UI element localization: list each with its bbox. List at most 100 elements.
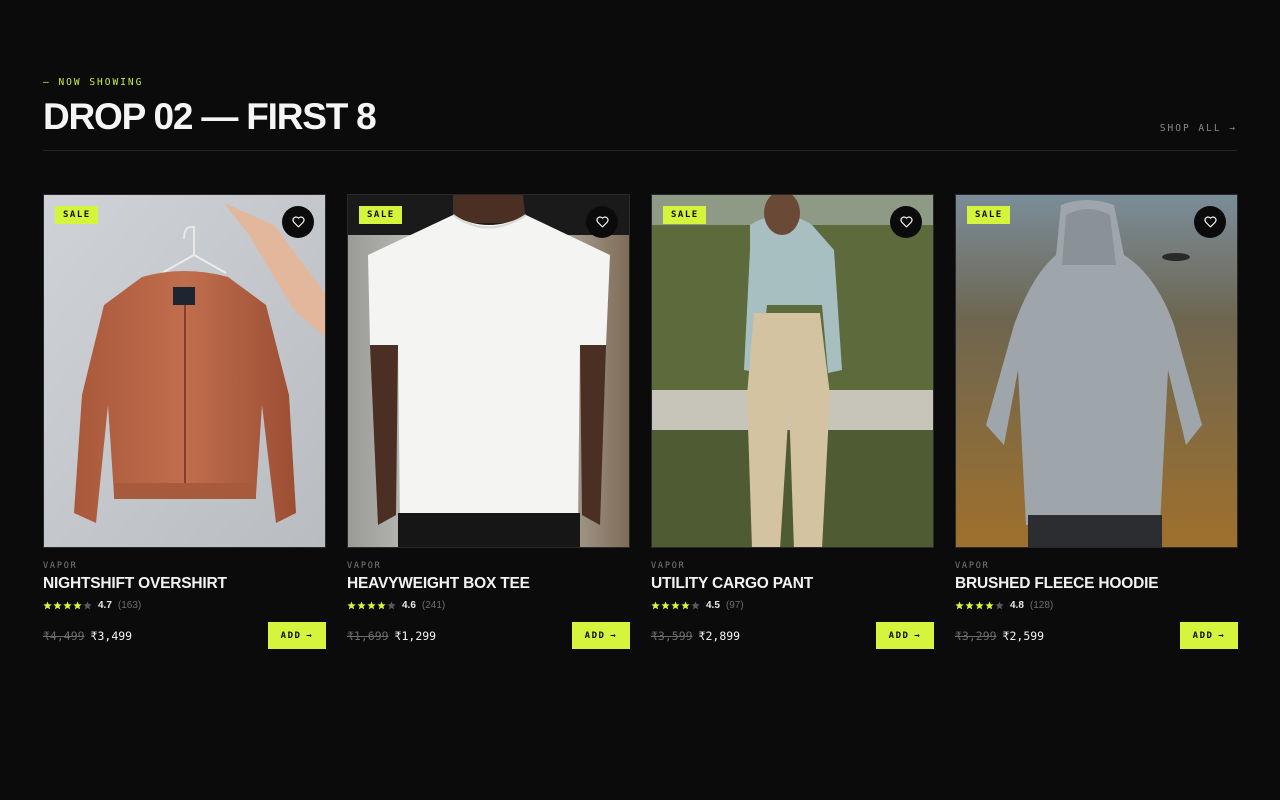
star-icon bbox=[651, 601, 660, 610]
star-empty-icon bbox=[995, 601, 1004, 610]
star-icon bbox=[43, 601, 52, 610]
star-icon bbox=[965, 601, 974, 610]
star-icon bbox=[73, 601, 82, 610]
star-icon bbox=[975, 601, 984, 610]
product-brand: VAPOR bbox=[955, 561, 990, 571]
sale-price: ₹1,299 bbox=[394, 628, 437, 643]
divider bbox=[43, 150, 1237, 151]
product-card[interactable]: SALE VAPOR BRUSHED FLEECE HOODIE 4.8 (12… bbox=[955, 194, 1238, 649]
heart-icon bbox=[899, 216, 913, 228]
original-price: ₹3,299 bbox=[955, 628, 997, 643]
price-group: ₹1,699 ₹1,299 bbox=[347, 629, 436, 643]
heart-icon bbox=[1203, 216, 1217, 228]
wishlist-button[interactable] bbox=[1194, 206, 1226, 238]
star-icon bbox=[985, 601, 994, 610]
price-group: ₹3,599 ₹2,899 bbox=[651, 629, 740, 643]
product-name[interactable]: NIGHTSHIFT OVERSHIRT bbox=[43, 575, 326, 593]
star-icon bbox=[661, 601, 670, 610]
rating-stars bbox=[43, 601, 92, 610]
star-icon bbox=[377, 601, 386, 610]
product-rating: 4.8 (128) bbox=[955, 600, 1238, 611]
arrow-right-icon: → bbox=[1218, 630, 1226, 641]
purchase-row: ₹3,299 ₹2,599 ADD → bbox=[955, 622, 1238, 649]
star-icon bbox=[367, 601, 376, 610]
star-icon bbox=[671, 601, 680, 610]
product-name[interactable]: HEAVYWEIGHT BOX TEE bbox=[347, 575, 630, 593]
review-count: (241) bbox=[421, 600, 446, 611]
original-price: ₹4,499 bbox=[43, 628, 85, 643]
heart-icon bbox=[291, 216, 305, 228]
wishlist-button[interactable] bbox=[890, 206, 922, 238]
sale-badge: SALE bbox=[359, 206, 402, 224]
pant-image bbox=[652, 195, 933, 547]
rating-value: 4.7 bbox=[98, 600, 112, 611]
product-grid: SALE VAPOR NIGHTSHIFT OVERSHIRT 4.7 (163… bbox=[43, 194, 1238, 649]
purchase-row: ₹4,499 ₹3,499 ADD → bbox=[43, 622, 326, 649]
purchase-row: ₹3,599 ₹2,899 ADD → bbox=[651, 622, 934, 649]
star-empty-icon bbox=[691, 601, 700, 610]
rating-value: 4.6 bbox=[402, 600, 416, 611]
rating-stars bbox=[651, 601, 700, 610]
star-icon bbox=[347, 601, 356, 610]
tee-image bbox=[348, 195, 629, 547]
wishlist-button[interactable] bbox=[282, 206, 314, 238]
star-icon bbox=[63, 601, 72, 610]
product-rating: 4.7 (163) bbox=[43, 600, 326, 611]
product-brand: VAPOR bbox=[43, 561, 78, 571]
arrow-right-icon: → bbox=[610, 630, 618, 641]
jacket-image bbox=[44, 195, 325, 547]
add-to-cart-button[interactable]: ADD → bbox=[876, 622, 934, 649]
section-eyebrow: — NOW SHOWING bbox=[43, 77, 144, 88]
sale-price: ₹2,899 bbox=[698, 628, 741, 643]
sale-badge: SALE bbox=[967, 206, 1010, 224]
product-image[interactable]: SALE bbox=[43, 194, 326, 548]
product-card[interactable]: SALE VAPOR UTILITY CARGO PANT 4.5 (97) ₹… bbox=[651, 194, 934, 649]
product-card[interactable]: SALE VAPOR HEAVYWEIGHT BOX TEE 4.6 (241) bbox=[347, 194, 630, 649]
star-empty-icon bbox=[83, 601, 92, 610]
product-rating: 4.6 (241) bbox=[347, 600, 630, 611]
arrow-right-icon: → bbox=[914, 630, 922, 641]
rating-stars bbox=[955, 601, 1004, 610]
add-to-cart-button[interactable]: ADD → bbox=[572, 622, 630, 649]
review-count: (163) bbox=[117, 600, 142, 611]
product-card[interactable]: SALE VAPOR NIGHTSHIFT OVERSHIRT 4.7 (163… bbox=[43, 194, 326, 649]
star-empty-icon bbox=[387, 601, 396, 610]
star-icon bbox=[53, 601, 62, 610]
review-count: (128) bbox=[1029, 600, 1054, 611]
review-count: (97) bbox=[725, 600, 744, 611]
product-image[interactable]: SALE bbox=[651, 194, 934, 548]
add-label: ADD bbox=[280, 630, 302, 641]
sale-price: ₹3,499 bbox=[90, 628, 133, 643]
hoodie-image bbox=[956, 195, 1237, 547]
product-name[interactable]: UTILITY CARGO PANT bbox=[651, 575, 934, 593]
original-price: ₹3,599 bbox=[651, 628, 693, 643]
rating-stars bbox=[347, 601, 396, 610]
add-label: ADD bbox=[584, 630, 606, 641]
original-price: ₹1,699 bbox=[347, 628, 389, 643]
product-rating: 4.5 (97) bbox=[651, 600, 934, 611]
arrow-right-icon: → bbox=[306, 630, 314, 641]
price-group: ₹4,499 ₹3,499 bbox=[43, 629, 132, 643]
add-to-cart-button[interactable]: ADD → bbox=[268, 622, 326, 649]
product-image[interactable]: SALE bbox=[347, 194, 630, 548]
product-name[interactable]: BRUSHED FLEECE HOODIE bbox=[955, 575, 1238, 593]
star-icon bbox=[955, 601, 964, 610]
rating-value: 4.5 bbox=[706, 600, 720, 611]
wishlist-button[interactable] bbox=[586, 206, 618, 238]
sale-badge: SALE bbox=[55, 206, 98, 224]
heart-icon bbox=[595, 216, 609, 228]
sale-badge: SALE bbox=[663, 206, 706, 224]
add-to-cart-button[interactable]: ADD → bbox=[1180, 622, 1238, 649]
section-title: DROP 02 — FIRST 8 bbox=[43, 96, 377, 137]
add-label: ADD bbox=[1192, 630, 1214, 641]
star-icon bbox=[357, 601, 366, 610]
rating-value: 4.8 bbox=[1010, 600, 1024, 611]
price-group: ₹3,299 ₹2,599 bbox=[955, 629, 1044, 643]
product-image[interactable]: SALE bbox=[955, 194, 1238, 548]
shop-all-link[interactable]: SHOP ALL → bbox=[1160, 123, 1237, 134]
product-brand: VAPOR bbox=[651, 561, 686, 571]
product-brand: VAPOR bbox=[347, 561, 382, 571]
star-icon bbox=[681, 601, 690, 610]
add-label: ADD bbox=[888, 630, 910, 641]
purchase-row: ₹1,699 ₹1,299 ADD → bbox=[347, 622, 630, 649]
